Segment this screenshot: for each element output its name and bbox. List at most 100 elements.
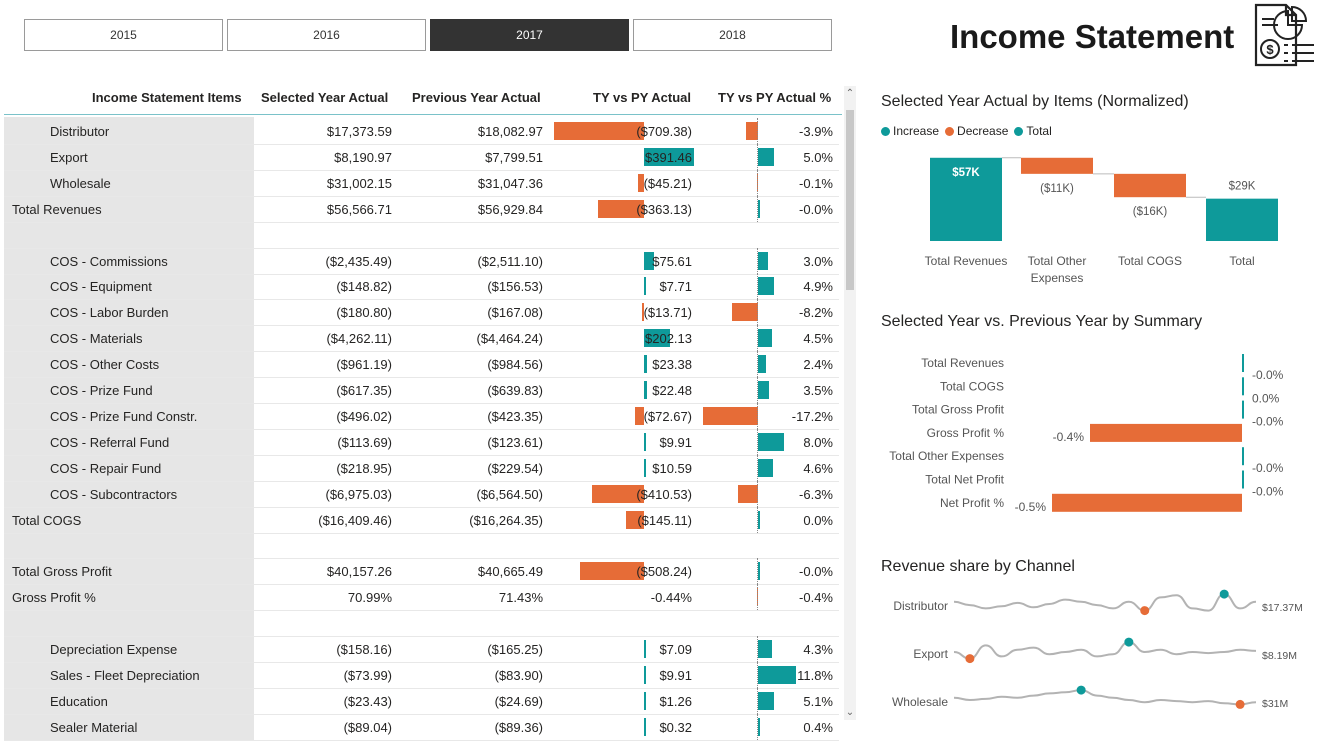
sparkline-min-marker[interactable]	[1140, 606, 1150, 616]
pct-axis	[757, 247, 758, 274]
legend-total[interactable]: Total	[1014, 124, 1052, 138]
table-row[interactable]: Total Gross Profit $40,157.26 $40,665.49 ($…	[4, 558, 839, 586]
legend-increase-marker	[881, 127, 890, 137]
table-row[interactable]: COS - Subcontractors ($6,975.03) ($6,564.5…	[4, 480, 839, 508]
header-ty-vs-py-pct[interactable]: TY vs PY Actual %	[718, 90, 831, 105]
row-label: Education	[50, 693, 108, 709]
waterfall-bar[interactable]	[1114, 173, 1186, 198]
table-row[interactable]: COS - Commissions ($2,435.49) ($2,511.10) $…	[4, 247, 839, 275]
pct-bar	[758, 691, 775, 710]
previous-year-value: $56,929.84	[477, 201, 543, 217]
waterfall-category-label: Expenses	[1031, 271, 1084, 285]
previous-year-value: $40,665.49	[477, 564, 543, 580]
ty-vs-py-value: $0.32	[659, 719, 692, 735]
header-ty-vs-py[interactable]: TY vs PY Actual	[593, 90, 691, 105]
table-row[interactable]: Education ($23.43) ($24.69) $1.26 5.1%	[4, 687, 839, 715]
matrix-header: Income Statement Items Selected Year Act…	[4, 84, 842, 115]
waterfall-legend: Increase Decrease Total	[881, 124, 1052, 138]
year-button-2015[interactable]: 2015	[24, 19, 223, 51]
diff-bar	[644, 432, 646, 451]
legend-decrease[interactable]: Decrease	[945, 124, 1008, 138]
selected-year-value: ($113.69)	[337, 434, 392, 450]
table-row[interactable]: Depreciation Expense ($158.16) ($165.25) $7…	[4, 636, 839, 663]
selected-year-value: ($16,409.46)	[318, 512, 392, 528]
sparkline-max-marker[interactable]	[1076, 685, 1086, 695]
pct-bar	[758, 251, 768, 270]
pct-bar	[758, 665, 796, 684]
legend-increase[interactable]: Increase	[881, 124, 939, 138]
table-row[interactable]	[4, 610, 839, 638]
header-items[interactable]: Income Statement Items	[92, 90, 242, 105]
table-row[interactable]	[4, 532, 839, 560]
table-row[interactable]: COS - Labor Burden ($180.80) ($167.08) ($13…	[4, 299, 839, 327]
ty-vs-py-pct-value: 5.0%	[803, 149, 833, 165]
scroll-down-icon[interactable]: ⌄	[844, 707, 856, 718]
pct-axis	[757, 558, 758, 585]
table-row[interactable]: Sales - Fleet Depreciation ($73.99) ($83.9…	[4, 661, 839, 689]
table-row[interactable]: Gross Profit % 70.99% 71.43% -0.44% -0.4%	[4, 584, 839, 612]
previous-year-value: ($639.83)	[487, 383, 543, 398]
table-scrollbar[interactable]: ⌃ ⌄	[844, 86, 856, 720]
summary-bar[interactable]	[1242, 447, 1244, 466]
header-selected-year[interactable]: Selected Year Actual	[261, 90, 388, 105]
diff-bar	[644, 355, 647, 374]
table-row[interactable]: Sealer Material ($89.04) ($89.36) $0.32 0.4%	[4, 713, 839, 741]
selected-year-value: ($23.43)	[343, 693, 392, 709]
table-row[interactable]: COS - Referral Fund ($113.69) ($123.61) $9.…	[4, 428, 839, 456]
table-row[interactable]	[4, 222, 839, 249]
waterfall-data-label: ($16K)	[1133, 206, 1168, 218]
table-row[interactable]: COS - Repair Fund ($218.95) ($229.54) $10.5…	[4, 454, 839, 482]
table-row[interactable]: COS - Prize Fund Constr. ($496.02) ($423.3…	[4, 402, 839, 430]
year-button-2018[interactable]: 2018	[633, 19, 832, 51]
waterfall-bar[interactable]	[1021, 157, 1093, 174]
pct-bar	[758, 458, 773, 477]
selected-year-value: ($89.04)	[343, 719, 392, 735]
pct-axis	[757, 687, 758, 714]
table-row[interactable]: COS - Other Costs ($961.19) ($984.56) $23.3…	[4, 351, 839, 379]
sparkline-min-marker[interactable]	[965, 654, 975, 664]
selected-year-value: $17,373.59	[326, 124, 392, 139]
ty-vs-py-value: $391.46	[645, 149, 692, 165]
year-slicer: 2015 2016 2017 2018	[24, 19, 836, 51]
legend-total-marker	[1014, 127, 1024, 137]
summary-bar[interactable]	[1242, 470, 1244, 489]
ty-vs-py-pct-value: 2.4%	[803, 357, 833, 373]
ty-vs-py-value: ($709.38)	[636, 124, 692, 139]
pct-axis	[757, 351, 758, 378]
summary-bar[interactable]	[1242, 377, 1244, 396]
header-previous-year[interactable]: Previous Year Actual	[412, 90, 541, 105]
summary-bar[interactable]	[1242, 400, 1244, 419]
table-row[interactable]: Total Revenues $56,566.71 $56,929.84 ($363.…	[4, 195, 839, 223]
previous-year-value: $18,082.97	[477, 124, 543, 139]
row-label: COS - Materials	[50, 331, 143, 347]
ty-vs-py-pct-value: 4.3%	[803, 642, 833, 657]
summary-bar[interactable]	[1242, 354, 1244, 372]
row-label: Total Gross Profit	[12, 564, 112, 580]
summary-bar[interactable]	[1052, 493, 1242, 512]
summary-bar[interactable]	[1090, 423, 1242, 442]
diff-bar	[644, 691, 646, 710]
selected-year-value: ($496.02)	[336, 408, 392, 424]
table-row[interactable]: Wholesale $31,002.15 $31,047.36 ($45.21) -0.…	[4, 169, 839, 197]
sparkline-max-marker[interactable]	[1124, 637, 1134, 647]
scroll-up-icon[interactable]: ⌃	[844, 88, 856, 99]
sparkline-max-marker[interactable]	[1219, 589, 1229, 599]
table-row[interactable]: COS - Equipment ($148.82) ($156.53) $7.71 4.…	[4, 273, 839, 301]
table-row[interactable]: Export $8,190.97 $7,799.51 $391.46 5.0%	[4, 143, 839, 171]
waterfall-bar[interactable]	[1206, 198, 1278, 241]
previous-year-value: 71.43%	[498, 590, 543, 606]
table-row[interactable]: Distributor $17,373.59 $18,082.97 ($709.38)…	[4, 118, 839, 145]
table-row[interactable]: COS - Materials ($4,262.11) ($4,464.24) $20…	[4, 325, 839, 353]
legend-decrease-marker	[945, 127, 955, 137]
year-button-2016[interactable]: 2016	[227, 19, 426, 51]
sparkline-value-label: $31M	[1262, 698, 1288, 710]
ty-vs-py-value: $75.61	[652, 253, 692, 269]
year-button-2017[interactable]: 2017	[430, 19, 629, 51]
ty-vs-py-value: $9.91	[659, 434, 692, 450]
table-row[interactable]: COS - Prize Fund ($617.35) ($639.83) $22.48…	[4, 377, 839, 404]
previous-year-value: ($229.54)	[487, 460, 543, 476]
summary-data-label: -0.4%	[1053, 430, 1085, 444]
scroll-thumb[interactable]	[846, 110, 854, 290]
table-row[interactable]: Total COGS ($16,409.46) ($16,264.35) ($145.…	[4, 506, 839, 534]
sparkline-min-marker[interactable]	[1235, 699, 1245, 709]
